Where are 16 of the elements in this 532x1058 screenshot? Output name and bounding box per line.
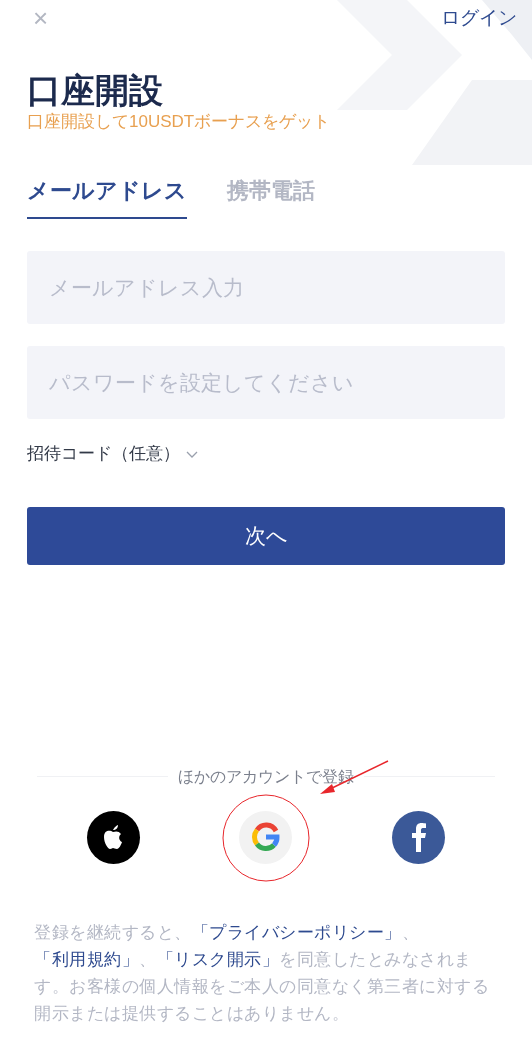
- input-field[interactable]: メールアドレス入力: [27, 251, 505, 324]
- policy-link[interactable]: 「リスク開示」: [156, 949, 279, 969]
- tab[interactable]: メールアドレス: [27, 174, 187, 219]
- policy-link[interactable]: 「利用規約」: [34, 949, 139, 969]
- bonus-subtitle: 口座開設して10USDTボーナスをゲット: [27, 111, 332, 133]
- policy-link[interactable]: 「プライバシーポリシー」: [191, 922, 402, 942]
- input-field[interactable]: パスワードを設定してください: [27, 346, 505, 419]
- invite-code-toggle[interactable]: 招待コード（任意）: [27, 441, 198, 467]
- facebook-icon: [410, 822, 427, 852]
- next-button[interactable]: 次へ: [27, 506, 505, 565]
- section-label: ほかのアカウントで登録: [177, 766, 355, 787]
- login-link[interactable]: ログイン: [441, 3, 517, 33]
- google-icon: [251, 822, 281, 852]
- apple-icon: [102, 824, 125, 850]
- page-title: 口座開設: [27, 70, 164, 110]
- legal-notice: 登録を継続すると、「プライバシーポリシー」、 「利用規約」、「リスク開示」を同意したとみなされます。お客様の個人情報をご本人の同意なく第三者に対する開示または提供することはありません。: [33, 921, 490, 1025]
